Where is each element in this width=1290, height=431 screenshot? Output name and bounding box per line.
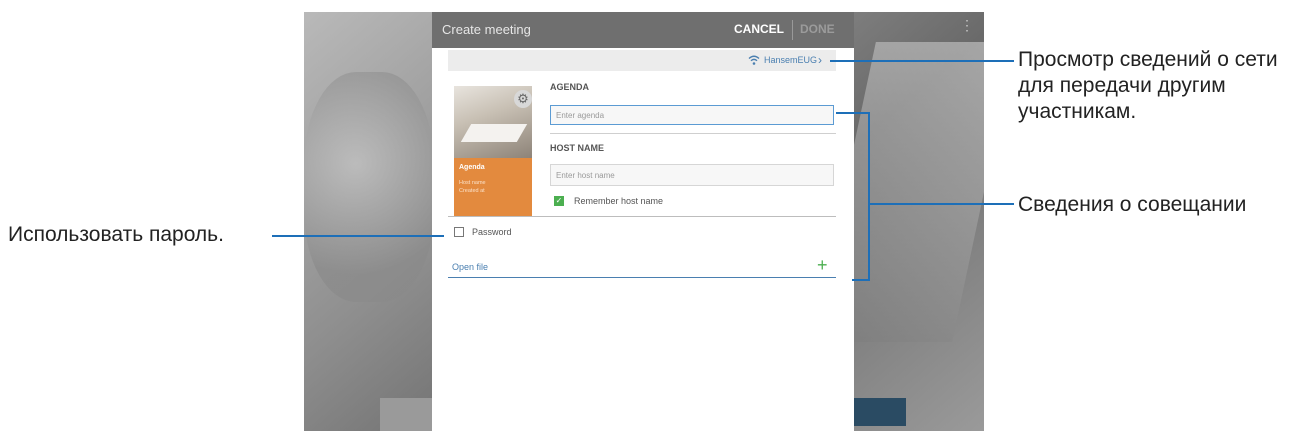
create-meeting-dialog: Create meeting CANCEL DONE HansemEUG › A…	[432, 12, 854, 431]
cancel-button[interactable]: CANCEL	[734, 22, 784, 36]
thumbnail-title: Agenda	[459, 164, 485, 171]
remember-host-label: Remember host name	[574, 196, 664, 206]
callout-line	[868, 112, 870, 280]
chevron-right-icon[interactable]: ›	[818, 53, 822, 67]
divider	[550, 133, 836, 134]
background-button	[380, 398, 436, 431]
background-button	[854, 398, 906, 426]
password-label: Password	[472, 227, 512, 237]
meeting-info-callout: Сведения о совещании	[1018, 193, 1247, 216]
table-shape	[460, 124, 528, 142]
password-checkbox[interactable]	[454, 227, 464, 237]
more-vertical-icon[interactable]: ⋮	[960, 18, 974, 32]
agenda-input[interactable]: Enter agenda	[550, 105, 834, 125]
callout-line	[272, 235, 444, 237]
callout-line	[852, 279, 870, 281]
password-callout: Использовать пароль.	[8, 223, 224, 246]
callout-line	[830, 60, 1014, 62]
background-decoration	[304, 72, 434, 302]
divider	[448, 216, 836, 217]
add-file-icon[interactable]: +	[817, 256, 828, 274]
dialog-title: Create meeting	[442, 22, 531, 37]
agenda-label: AGENDA	[550, 82, 590, 92]
thumbnail-caption: Agenda Host name Created at	[454, 158, 532, 216]
dialog-header: Create meeting CANCEL DONE	[432, 12, 854, 48]
wifi-icon	[748, 55, 760, 65]
thumbnail-created: Created at	[459, 188, 485, 194]
network-name: HansemEUG	[764, 55, 818, 65]
done-button[interactable]: DONE	[800, 22, 835, 36]
tablet-screenshot: ⋮ Create meeting CANCEL DONE HansemEUG ›…	[304, 12, 984, 431]
open-file-link[interactable]: Open file	[452, 262, 488, 272]
remember-host-checkbox[interactable]: ✓	[554, 196, 564, 206]
host-name-input[interactable]: Enter host name	[550, 164, 834, 186]
callout-line	[836, 112, 870, 114]
callout-line	[868, 203, 1014, 205]
thumbnail-host: Host name	[459, 180, 486, 186]
host-name-label: HOST NAME	[550, 143, 604, 153]
network-info-bar[interactable]: HansemEUG ›	[448, 50, 836, 71]
gear-icon[interactable]: ⚙	[514, 90, 532, 108]
divider	[448, 277, 836, 278]
header-divider	[792, 20, 793, 40]
network-info-callout: Просмотр сведений о сети для передачи др…	[1018, 48, 1278, 123]
